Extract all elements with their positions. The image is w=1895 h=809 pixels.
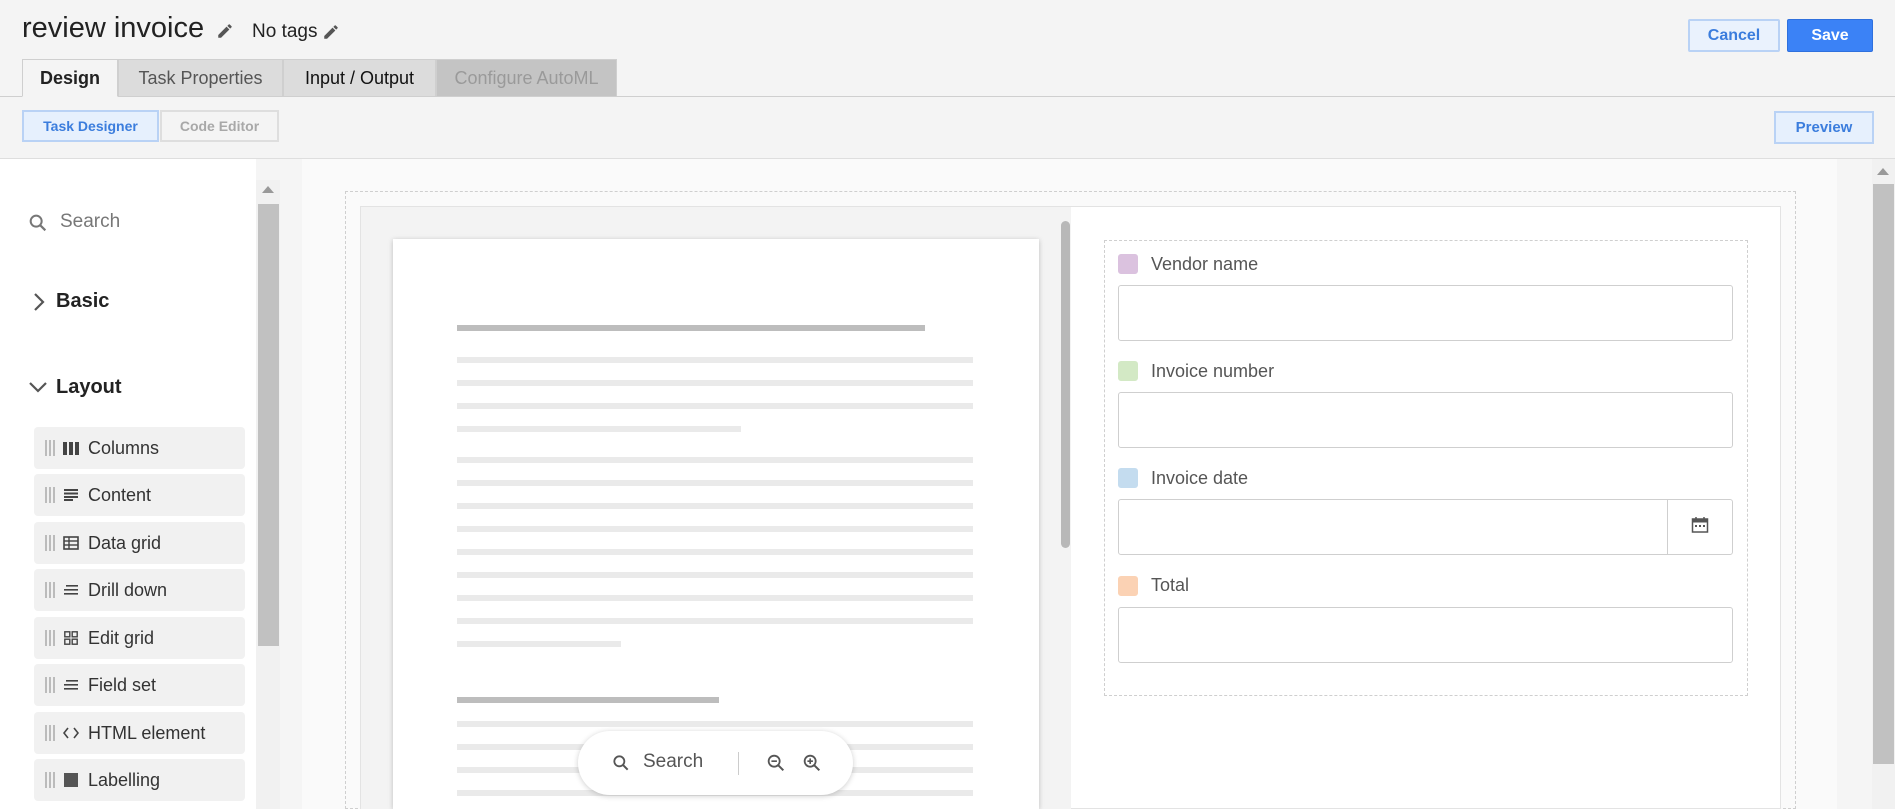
save-button[interactable]: Save (1787, 19, 1873, 52)
total-input[interactable] (1118, 607, 1733, 663)
palette-item-label: Field set (88, 674, 157, 695)
search-icon[interactable] (611, 753, 631, 778)
drag-handle-icon[interactable] (45, 487, 55, 503)
list-icon (62, 676, 80, 694)
search-icon (27, 212, 49, 239)
palette-item-html-element[interactable]: HTML element (34, 712, 245, 754)
document-scrollbar[interactable] (1061, 221, 1070, 548)
group-layout[interactable]: Layout (28, 376, 122, 399)
page-scrollbar-thumb[interactable] (1873, 184, 1894, 764)
palette-scrollbar-thumb[interactable] (258, 204, 279, 646)
tab-bar: Design Task Properties Input / Output Co… (0, 58, 1895, 97)
chevron-down-icon (28, 380, 48, 399)
palette-item-label: Edit grid (88, 627, 155, 648)
field-color-swatch (1118, 361, 1138, 381)
scroll-up-arrow-icon[interactable] (1877, 168, 1889, 175)
list-icon (62, 581, 80, 599)
drag-handle-icon[interactable] (45, 630, 55, 646)
drag-handle-icon[interactable] (45, 677, 55, 693)
palette-item-label: Columns (88, 437, 160, 458)
code-icon (62, 724, 80, 742)
content-icon (62, 486, 80, 504)
scroll-up-arrow-icon[interactable] (262, 186, 274, 193)
edit-tags-pencil-icon[interactable] (322, 23, 340, 46)
drag-handle-icon[interactable] (45, 535, 55, 551)
toolbar-divider (738, 752, 739, 775)
palette-item-columns[interactable]: Columns (34, 427, 245, 469)
field-label-total: Total (1151, 575, 1190, 595)
grid-icon (62, 629, 80, 647)
page-title: review invoice (22, 12, 205, 44)
drag-handle-icon[interactable] (45, 440, 55, 456)
field-label-vendor-name: Vendor name (1151, 254, 1259, 274)
tab-task-properties[interactable]: Task Properties (118, 59, 283, 97)
palette-item-edit-grid[interactable]: Edit grid (34, 617, 245, 659)
palette-item-label: Drill down (88, 579, 168, 600)
field-label-invoice-number: Invoice number (1151, 361, 1275, 381)
field-label-invoice-date: Invoice date (1151, 468, 1249, 488)
invoice-date-input[interactable] (1118, 499, 1668, 555)
group-label: Basic (56, 290, 110, 312)
group-label: Layout (56, 376, 122, 398)
palette-item-field-set[interactable]: Field set (34, 664, 245, 706)
palette-item-label: HTML element (88, 722, 206, 743)
palette-search-input[interactable]: Search (60, 211, 120, 233)
invoice-number-input[interactable] (1118, 392, 1733, 448)
columns-icon (62, 439, 80, 457)
preview-button[interactable]: Preview (1774, 111, 1874, 144)
document-search-input[interactable]: Search (643, 751, 703, 773)
chevron-right-icon (32, 292, 46, 317)
calendar-icon (1691, 516, 1709, 539)
designer-toolbar: Task Designer Code Editor Preview (0, 97, 1895, 159)
drag-handle-icon[interactable] (45, 725, 55, 741)
palette-item-content[interactable]: Content (34, 474, 245, 516)
square-icon (62, 771, 80, 789)
tab-design[interactable]: Design (22, 59, 118, 97)
drag-handle-icon[interactable] (45, 582, 55, 598)
code-editor-button[interactable]: Code Editor (160, 110, 279, 142)
task-designer-button[interactable]: Task Designer (22, 110, 159, 142)
vendor-name-input[interactable] (1118, 285, 1733, 341)
tags-label: No tags (252, 21, 318, 42)
header: review invoice No tags Cancel Save (0, 0, 1895, 58)
edit-title-pencil-icon[interactable] (216, 22, 234, 45)
palette-item-label: Content (88, 484, 152, 505)
field-color-swatch (1118, 468, 1138, 488)
field-color-swatch (1118, 576, 1138, 596)
date-picker-button[interactable] (1667, 499, 1733, 555)
field-color-swatch (1118, 254, 1138, 274)
palette-item-label: Data grid (88, 532, 162, 553)
group-basic[interactable]: Basic (28, 290, 109, 313)
palette-item-labelling[interactable]: Labelling (34, 759, 245, 801)
tab-configure-automl: Configure AutoML (436, 59, 617, 97)
palette-item-data-grid[interactable]: Data grid (34, 522, 245, 564)
zoom-out-icon[interactable] (765, 752, 787, 779)
document-page-placeholder (393, 239, 1039, 809)
drag-handle-icon[interactable] (45, 772, 55, 788)
palette-item-label: Labelling (88, 769, 161, 790)
table-icon (62, 534, 80, 552)
zoom-in-icon[interactable] (801, 752, 823, 779)
cancel-button[interactable]: Cancel (1688, 19, 1780, 52)
palette-item-drill-down[interactable]: Drill down (34, 569, 245, 611)
tab-input-output[interactable]: Input / Output (283, 59, 436, 97)
